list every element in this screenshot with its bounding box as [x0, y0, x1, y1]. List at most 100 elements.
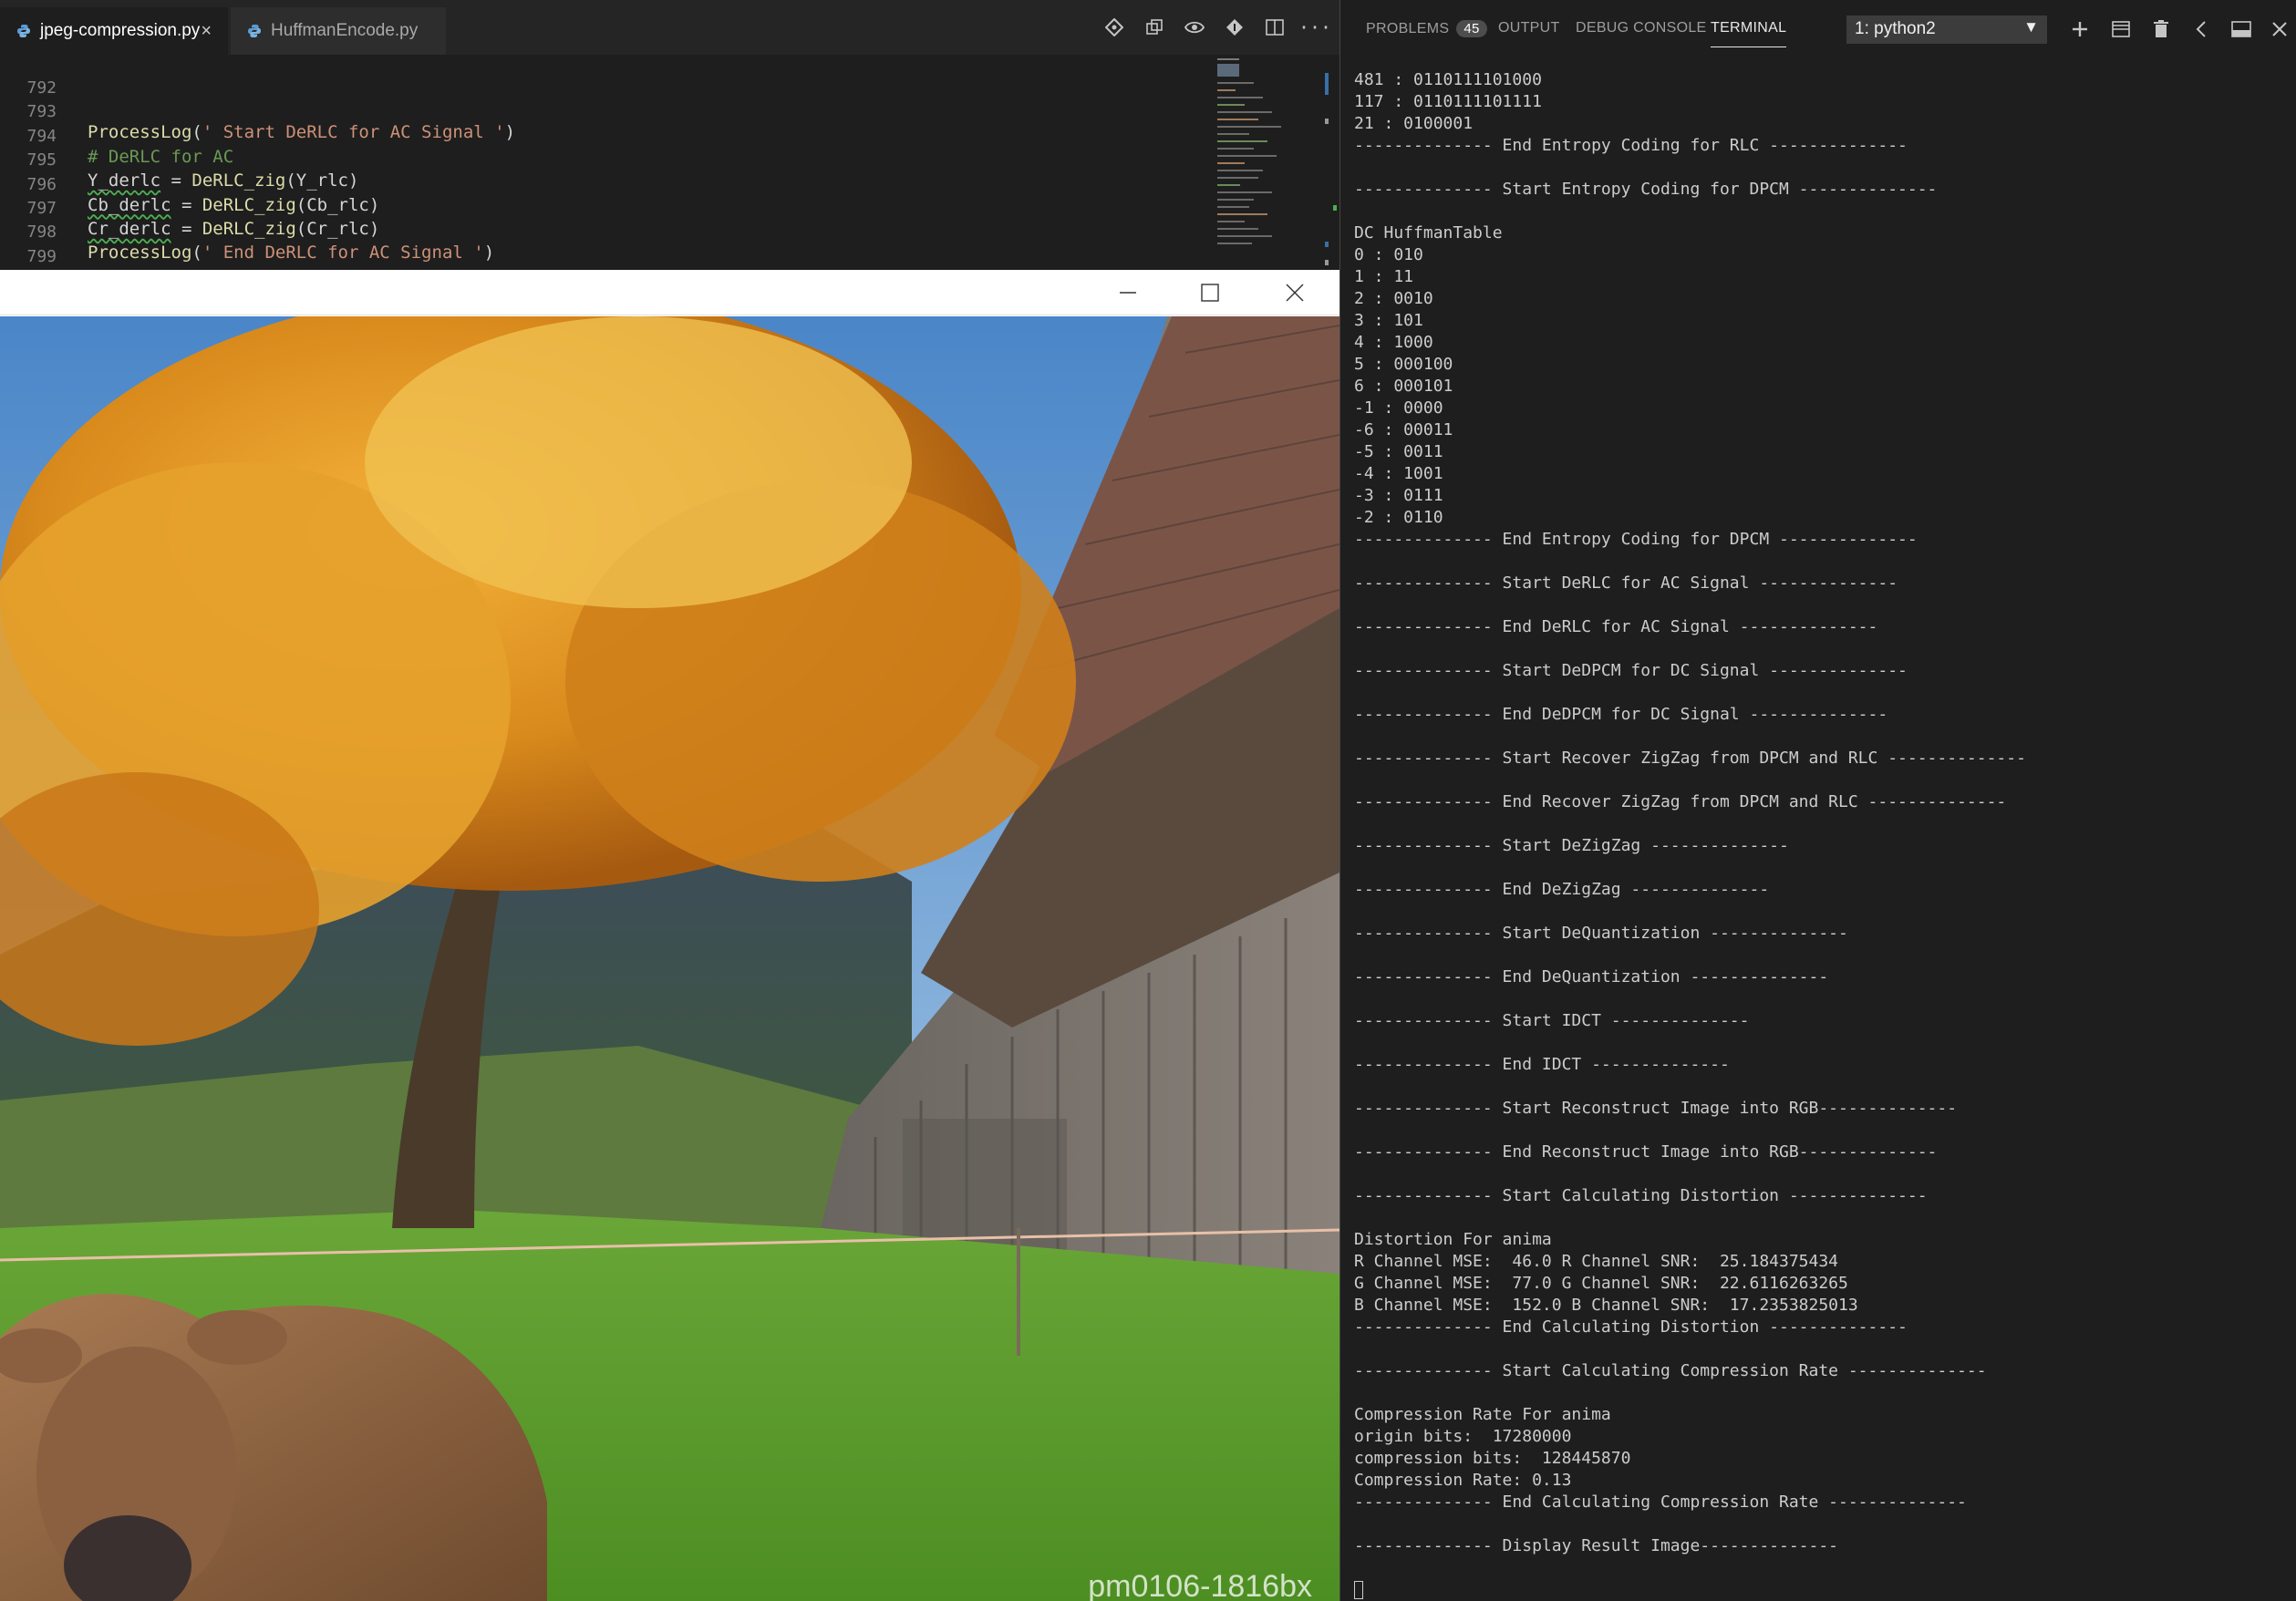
terminal-line: 4 : 1000 — [1354, 333, 1433, 352]
editor-scrollbar[interactable] — [1322, 55, 1337, 270]
image-watermark: pm0106-1816bx — [1088, 1569, 1312, 1601]
editor-tab-bar: jpeg-compression.py × HuffmanEncode.py ·… — [0, 0, 1339, 55]
code-line: 792 — [0, 58, 1213, 98]
python-file-icon — [16, 24, 31, 38]
close-panel-icon[interactable] — [2267, 16, 2292, 42]
open-changes-icon[interactable] — [1142, 15, 1167, 40]
maximize-button[interactable] — [1174, 270, 1246, 315]
terminal-line: B Channel MSE: 152.0 B Channel SNR: 17.2… — [1354, 1296, 1858, 1315]
terminal-line: 6 : 000101 — [1354, 377, 1453, 396]
minimize-button[interactable] — [1091, 270, 1164, 315]
code-editor[interactable]: 792 793 ProcessLog(' Start DeRLC for AC … — [0, 55, 1213, 290]
terminal-line: -------------- End Entropy Coding for RL… — [1354, 136, 1908, 155]
tab-label: PROBLEMS — [1366, 21, 1450, 36]
result-image: pm0106-1816bx — [0, 316, 1339, 1601]
terminal-line: -------------- Start Recover ZigZag from… — [1354, 749, 2026, 768]
terminal-line: Compression Rate For anima — [1354, 1405, 1611, 1424]
code-line: 795 Y_derlc = DeRLC_zig(Y_rlc) — [0, 130, 1213, 191]
chevron-down-icon: ▼ — [2023, 18, 2039, 36]
tab-label: DEBUG CONSOLE — [1576, 20, 1707, 36]
terminal-line: -------------- End Reconstruct Image int… — [1354, 1142, 1938, 1162]
terminal-line: -4 : 1001 — [1354, 464, 1443, 483]
trash-icon[interactable] — [2148, 16, 2174, 42]
window-titlebar[interactable] — [0, 270, 1339, 315]
terminal-cursor — [1354, 1581, 1363, 1599]
tab-jpeg-compression[interactable]: jpeg-compression.py × — [0, 7, 228, 55]
terminal-line: -3 : 0111 — [1354, 486, 1443, 505]
bottom-panel: PROBLEMS 45 OUTPUT DEBUG CONSOLE TERMINAL… — [1339, 0, 2296, 1601]
terminal-line: 1 : 11 — [1354, 267, 1414, 286]
terminal-line: 0 : 010 — [1354, 245, 1423, 264]
minimap[interactable] — [1213, 55, 1322, 270]
split-editor-icon[interactable] — [1262, 15, 1288, 40]
problems-count-badge: 45 — [1456, 20, 1487, 37]
terminal-line: -------------- End DeQuantization ------… — [1354, 967, 1829, 986]
terminal-select[interactable]: 1: python2 ▼ — [1846, 15, 2047, 44]
terminal-line: -------------- End DeZigZag ------------… — [1354, 880, 1770, 899]
python-file-icon — [247, 24, 262, 38]
terminal-line: G Channel MSE: 77.0 G Channel SNR: 22.61… — [1354, 1274, 1848, 1293]
terminal-line: 3 : 101 — [1354, 311, 1423, 330]
terminal-line: -------------- Display Result Image-----… — [1354, 1536, 1839, 1555]
chevron-left-icon[interactable] — [2188, 16, 2214, 42]
terminal-line: -------------- End Calculating Compressi… — [1354, 1493, 1967, 1512]
terminal-line: -------------- Start IDCT -------------- — [1354, 1011, 1750, 1030]
terminal-line: -------------- End Recover ZigZag from D… — [1354, 792, 2007, 811]
terminal-line: -------------- Start DeRLC for AC Signal… — [1354, 573, 1898, 593]
terminal-line: -------------- Start Calculating Distort… — [1354, 1186, 1928, 1205]
terminal-line: R Channel MSE: 46.0 R Channel SNR: 25.18… — [1354, 1252, 1839, 1271]
terminal-line: 117 : 0110111101111 — [1354, 92, 1542, 111]
panel-tab-bar: PROBLEMS 45 OUTPUT DEBUG CONSOLE TERMINAL… — [1340, 0, 2296, 60]
terminal-line: -------------- End DeDPCM for DC Signal … — [1354, 705, 1888, 724]
cow-barn-photo — [0, 316, 1339, 1601]
more-actions-icon[interactable]: ··· — [1298, 15, 1331, 40]
tab-debug-console[interactable]: DEBUG CONSOLE — [1576, 20, 1707, 36]
split-terminal-icon[interactable] — [2108, 16, 2134, 42]
terminal-select-value: 1: python2 — [1855, 19, 1936, 38]
git-compare-icon[interactable] — [1101, 15, 1127, 40]
close-icon[interactable]: × — [201, 21, 212, 42]
terminal-line: -------------- End Entropy Coding for DP… — [1354, 530, 1918, 549]
close-button[interactable] — [1258, 270, 1331, 315]
image-viewer-window[interactable]: pm0106-1816bx — [0, 270, 1339, 1601]
git-lens-icon[interactable] — [1222, 15, 1247, 40]
tab-huffman-encode[interactable]: HuffmanEncode.py — [231, 7, 446, 55]
code-line: 793 ProcessLog(' Start DeRLC for AC Sign… — [0, 82, 1213, 142]
toggle-panel-icon[interactable] — [2229, 16, 2254, 42]
tab-problems[interactable]: PROBLEMS 45 — [1366, 20, 1487, 37]
terminal-line: -------------- End Calculating Distortio… — [1354, 1317, 1908, 1337]
terminal-output[interactable]: 481 : 0110111101000 117 : 0110111101111 21… — [1354, 69, 2284, 1557]
code-line: 796 Cb_derlc = DeRLC_zig(Cb_rlc) — [0, 155, 1213, 215]
terminal-line: compression bits: 128445870 — [1354, 1449, 1631, 1468]
tab-label: HuffmanEncode.py — [271, 21, 419, 40]
code-line: 799 — [0, 227, 1213, 266]
terminal-line: -------------- Start Entropy Coding for … — [1354, 180, 1938, 199]
new-terminal-icon[interactable] — [2067, 16, 2093, 42]
editor-actions: ··· — [1101, 15, 1331, 40]
terminal-line: -------------- Start DeDPCM for DC Signa… — [1354, 661, 1908, 680]
terminal-line: -2 : 0110 — [1354, 508, 1443, 527]
terminal-line: 2 : 0010 — [1354, 289, 1433, 308]
tab-label: TERMINAL — [1711, 20, 1787, 36]
terminal-line: -------------- Start Calculating Compres… — [1354, 1361, 1987, 1380]
terminal-line: -6 : 00011 — [1354, 420, 1453, 439]
tab-label: jpeg-compression.py — [40, 21, 201, 40]
tab-output[interactable]: OUTPUT — [1498, 20, 1560, 36]
preview-icon[interactable] — [1182, 15, 1207, 40]
tab-terminal[interactable]: TERMINAL — [1711, 20, 1787, 47]
terminal-line: 481 : 0110111101000 — [1354, 70, 1542, 89]
